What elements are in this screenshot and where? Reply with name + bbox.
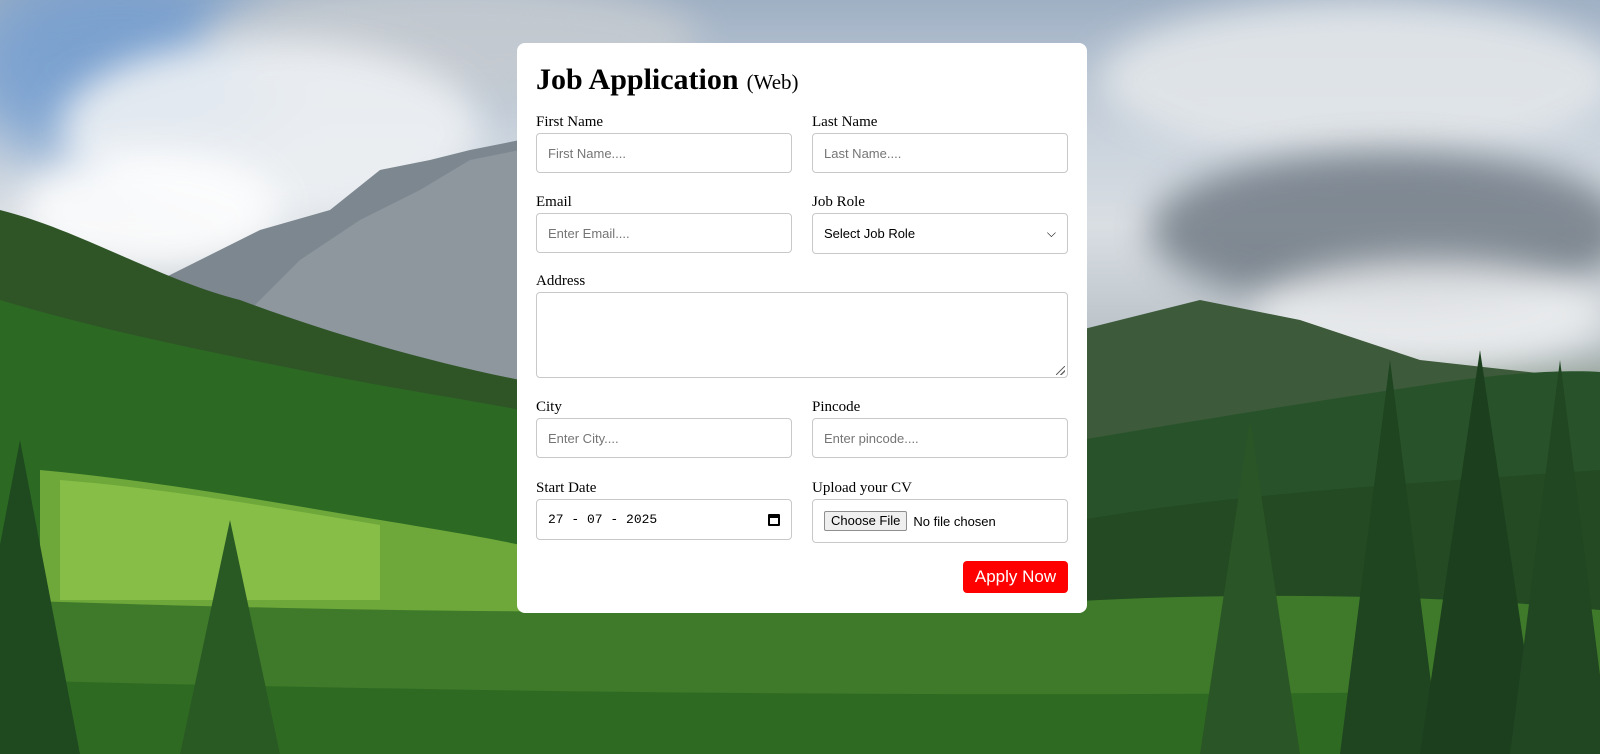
- choose-file-button[interactable]: Choose File: [824, 511, 908, 531]
- chevron-down-icon: ⌵: [1046, 226, 1056, 240]
- last-name-group: Last Name Last Name....: [812, 111, 1068, 173]
- job-application-card: Job Application (Web) First Name First N…: [517, 43, 1087, 613]
- pincode-label: Pincode: [812, 399, 861, 415]
- job-role-label: Job Role: [812, 194, 865, 210]
- pincode-input[interactable]: Enter pincode....: [812, 418, 1068, 458]
- first-name-label: First Name: [536, 114, 604, 130]
- page-title: Job Application: [536, 63, 739, 96]
- city-label: City: [536, 399, 562, 415]
- resize-grip-icon[interactable]: [1056, 366, 1065, 375]
- last-name-input[interactable]: Last Name....: [812, 133, 1068, 173]
- job-role-group: Job Role Select Job Role ⌵: [812, 191, 1068, 254]
- start-date-value: 27 - 07 - 2025: [548, 512, 658, 527]
- email-input[interactable]: Enter Email....: [536, 213, 792, 253]
- address-group: Address: [536, 270, 1068, 378]
- pincode-placeholder: Enter pincode....: [824, 430, 919, 446]
- first-name-group: First Name First Name....: [536, 111, 792, 173]
- city-placeholder: Enter City....: [548, 430, 619, 446]
- start-date-label: Start Date: [536, 480, 597, 496]
- city-group: City Enter City....: [536, 396, 792, 458]
- job-role-selected: Select Job Role: [824, 226, 916, 241]
- apply-now-button[interactable]: Apply Now: [963, 561, 1068, 593]
- calendar-icon[interactable]: [768, 513, 780, 526]
- address-label: Address: [536, 273, 586, 289]
- start-date-group: Start Date 27 - 07 - 2025: [536, 477, 792, 543]
- page-subtitle: (Web): [746, 70, 799, 94]
- city-input[interactable]: Enter City....: [536, 418, 792, 458]
- start-date-input[interactable]: 27 - 07 - 2025: [536, 499, 792, 540]
- first-name-input[interactable]: First Name....: [536, 133, 792, 173]
- last-name-label: Last Name: [812, 114, 878, 130]
- email-label: Email: [536, 194, 572, 210]
- cv-file-input[interactable]: Choose File No file chosen: [812, 499, 1068, 543]
- last-name-placeholder: Last Name....: [824, 145, 902, 161]
- pincode-group: Pincode Enter pincode....: [812, 396, 1068, 458]
- address-textarea[interactable]: [536, 292, 1068, 378]
- form-header: Job Application (Web): [536, 63, 1068, 105]
- email-placeholder: Enter Email....: [548, 225, 630, 241]
- file-status: No file chosen: [913, 513, 996, 529]
- job-role-select[interactable]: Select Job Role ⌵: [812, 213, 1068, 254]
- email-group: Email Enter Email....: [536, 191, 792, 254]
- cv-upload-group: Upload your CV Choose File No file chose…: [812, 477, 1068, 543]
- first-name-placeholder: First Name....: [548, 145, 627, 161]
- cv-upload-label: Upload your CV: [812, 480, 912, 496]
